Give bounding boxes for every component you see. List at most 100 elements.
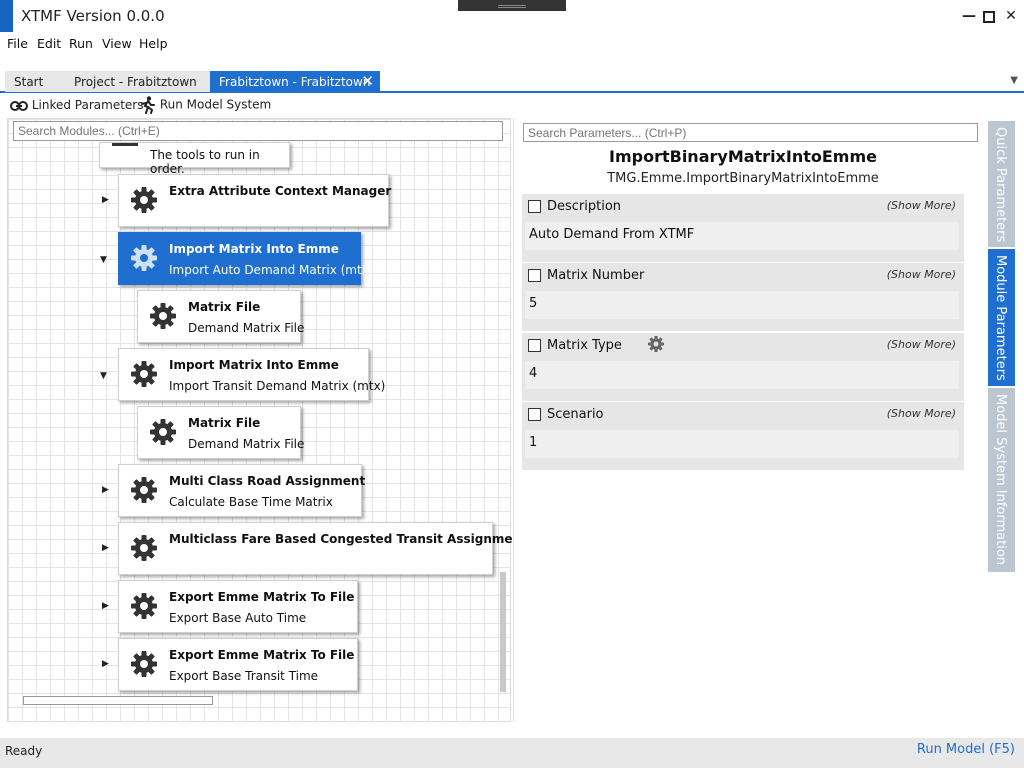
parameter-value-field[interactable]: 1	[525, 430, 959, 458]
expand-icon[interactable]: ▶	[102, 195, 109, 205]
parameter-checkbox[interactable]	[528, 408, 541, 421]
module-card[interactable]: Matrix File Demand Matrix File	[137, 406, 305, 459]
run-model-system-button[interactable]: Run Model System	[140, 96, 271, 114]
tab-overflow-icon[interactable]: ▼	[1010, 75, 1018, 86]
module-card-root[interactable]: The tools to run in order.	[99, 142, 290, 176]
module-card[interactable]: Multi Class Road Assignment Calculate Ba…	[118, 464, 365, 517]
side-tab-label: Module Parameters	[993, 255, 1008, 381]
gear-icon	[131, 651, 157, 677]
gear-icon	[131, 593, 157, 619]
show-more-link[interactable]: (Show More)	[887, 268, 956, 281]
gear-icon	[131, 245, 157, 271]
module-subtitle: Export Base Transit Time	[169, 669, 319, 683]
run-model-button[interactable]: Run Model (F5)	[917, 742, 1015, 757]
module-card[interactable]: Matrix File Demand Matrix File	[137, 290, 305, 343]
vertical-scrollbar-thumb[interactable]	[500, 572, 506, 692]
linked-parameters-button[interactable]: Linked Parameters	[10, 98, 143, 112]
toolbar: Linked Parameters Run Model System	[0, 95, 1024, 117]
module-card[interactable]: Export Emme Matrix To File Export Base T…	[118, 638, 358, 691]
parameter-value-field[interactable]: Auto Demand From XTMF	[525, 222, 959, 250]
parameter-description: Description (Show More) Auto Demand From…	[522, 194, 964, 262]
module-subtitle: Export Base Auto Time	[169, 611, 307, 625]
gear-icon[interactable]	[648, 336, 664, 352]
search-modules-input[interactable]	[13, 121, 503, 141]
parameter-value-field[interactable]: 4	[525, 361, 959, 389]
parameter-name: Description	[547, 199, 622, 214]
expand-icon[interactable]: ▶	[102, 601, 109, 611]
parameter-name: Matrix Number	[547, 268, 645, 283]
tab-start[interactable]: Start	[5, 71, 61, 92]
run-model-system-label: Run Model System	[159, 97, 272, 112]
module-subtitle: Calculate Base Time Matrix	[169, 495, 333, 509]
module-card[interactable]: Import Matrix Into Emme Import Transit D…	[118, 348, 385, 401]
tab-label: Frabitztown - Frabitztown	[219, 75, 371, 89]
side-tab-label: Quick Parameters	[993, 127, 1008, 243]
module-title: Export Emme Matrix To File	[169, 590, 355, 604]
tab-project[interactable]: Project - Frabitztown	[61, 71, 210, 92]
module-title: Matrix File	[188, 300, 261, 314]
list-icon	[112, 143, 138, 146]
side-tab-quick-parameters[interactable]: Quick Parameters	[988, 121, 1015, 247]
side-tab-module-parameters[interactable]: Module Parameters	[988, 249, 1015, 386]
linked-parameters-label: Linked Parameters	[31, 98, 144, 112]
module-subtitle: Import Transit Demand Matrix (mtx)	[169, 379, 386, 393]
gear-icon	[150, 303, 176, 329]
show-more-link[interactable]: (Show More)	[887, 199, 956, 212]
menu-bar: File Edit Run View Help	[0, 34, 1024, 54]
module-subtitle: Import Auto Demand Matrix (mtx)	[169, 263, 374, 277]
tab-label: Project - Frabitztown	[74, 75, 197, 89]
gear-icon	[131, 361, 157, 387]
tab-model-system[interactable]: Frabitztown - Frabitztown ✕	[210, 71, 380, 92]
gear-icon	[131, 477, 157, 503]
link-icon	[10, 100, 28, 111]
gear-icon	[131, 535, 157, 561]
status-bar: Ready Run Model (F5)	[0, 738, 1024, 768]
parameter-value-field[interactable]: 5	[525, 291, 959, 319]
module-card[interactable]: Extra Attribute Context Manager	[118, 174, 391, 227]
parameter-matrix-number: Matrix Number (Show More) 5	[522, 263, 964, 331]
title-bar: XTMF Version 0.0.0 — ✕	[0, 0, 1024, 34]
search-parameters-input[interactable]	[523, 123, 978, 142]
menu-help[interactable]: Help	[139, 36, 168, 51]
parameter-name: Scenario	[547, 407, 604, 422]
drag-handle[interactable]	[458, 0, 566, 11]
expand-icon[interactable]: ▶	[102, 659, 109, 669]
menu-edit[interactable]: Edit	[37, 36, 61, 51]
side-tab-model-system-information[interactable]: Model System Information	[988, 388, 1015, 572]
tab-label: Start	[14, 75, 44, 89]
module-subtitle: Demand Matrix File	[188, 437, 305, 451]
show-more-link[interactable]: (Show More)	[887, 407, 956, 420]
parameter-name: Matrix Type	[547, 338, 622, 353]
expand-icon[interactable]: ▶	[102, 543, 109, 553]
collapse-icon[interactable]: ▼	[100, 371, 107, 381]
side-tab-label: Model System Information	[993, 394, 1008, 566]
module-card[interactable]: Multiclass Fare Based Congested Transit …	[118, 522, 527, 575]
horizontal-scrollbar[interactable]	[23, 696, 213, 705]
module-title: Import Matrix Into Emme	[169, 358, 339, 372]
maximize-icon[interactable]	[980, 8, 998, 26]
selected-module-name: ImportBinaryMatrixIntoEmme	[609, 147, 877, 166]
module-caption: The tools to run in order.	[150, 148, 260, 176]
show-more-link[interactable]: (Show More)	[887, 338, 956, 351]
selected-module-type: TMG.Emme.ImportBinaryMatrixIntoEmme	[607, 171, 879, 186]
collapse-icon[interactable]: ▼	[100, 255, 107, 265]
app-accent-bar	[0, 0, 13, 32]
expand-icon[interactable]: ▶	[102, 485, 109, 495]
module-title: Import Matrix Into Emme	[169, 242, 339, 256]
module-subtitle: Demand Matrix File	[188, 321, 305, 335]
minimize-icon[interactable]: —	[960, 8, 978, 26]
menu-view[interactable]: View	[102, 36, 132, 51]
module-card[interactable]: Export Emme Matrix To File Export Base A…	[118, 580, 358, 633]
tab-close-icon[interactable]: ✕	[361, 72, 374, 90]
parameter-checkbox[interactable]	[528, 269, 541, 282]
parameter-checkbox[interactable]	[528, 200, 541, 213]
gear-icon	[150, 419, 176, 445]
running-person-icon	[141, 96, 155, 114]
menu-run[interactable]: Run	[69, 36, 93, 51]
parameter-checkbox[interactable]	[528, 339, 541, 352]
module-title: Export Emme Matrix To File	[169, 648, 355, 662]
menu-file[interactable]: File	[7, 36, 28, 51]
module-title: Matrix File	[188, 416, 261, 430]
module-card-selected[interactable]: Import Matrix Into Emme Import Auto Dema…	[118, 232, 373, 285]
close-icon[interactable]: ✕	[1002, 8, 1020, 26]
